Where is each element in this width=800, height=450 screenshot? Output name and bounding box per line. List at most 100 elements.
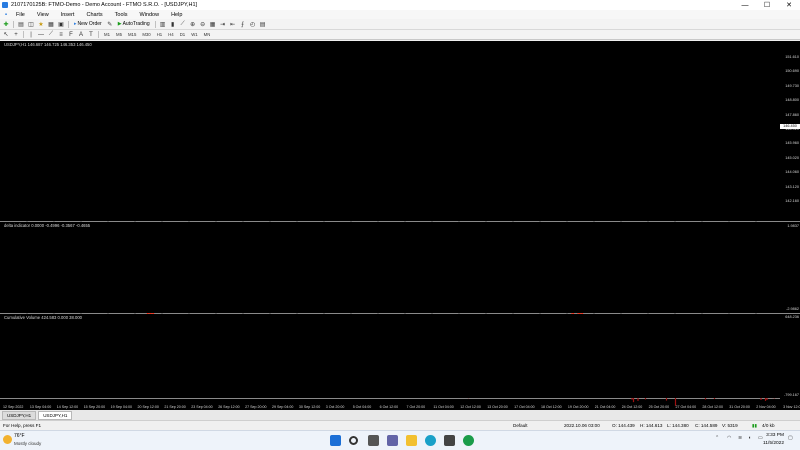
metatrader-icon[interactable] [463, 435, 474, 446]
periods-icon[interactable]: ◴ [249, 20, 257, 28]
data-window-icon[interactable]: ◫ [27, 20, 35, 28]
tray-battery-icon[interactable]: ▭ [758, 435, 763, 441]
menu-file[interactable]: File [10, 12, 31, 18]
start-icon[interactable] [330, 435, 341, 446]
drawing-toolbar: ↖ + | — ⟋ ≡ F A T M1 M5 M15 M30 H1 H4 D1… [0, 30, 800, 40]
price-axis-label: 145.020 [785, 155, 799, 160]
indicators-icon[interactable]: ⨍ [239, 20, 247, 28]
tray-volume-icon[interactable]: ◖ [748, 435, 751, 441]
delta-pane[interactable]: delta indicator 0.0000 -0.4996 -0.3567 -… [0, 222, 800, 313]
chat-icon[interactable] [387, 435, 398, 446]
store-icon[interactable] [444, 435, 455, 446]
price-axis-label: 144.060 [785, 170, 799, 175]
volume-pane[interactable]: Cumulative Volume 424.583 0.000 38.000 6… [0, 314, 800, 398]
minimize-button[interactable]: — [734, 0, 756, 10]
zoom-out-icon[interactable]: ⊖ [199, 20, 207, 28]
candlestick-icon[interactable]: ▮ [169, 20, 177, 28]
autotrading-label: AutoTrading [122, 21, 150, 27]
notification-icon[interactable]: ▢ [788, 435, 793, 441]
status-high: H: 144.613 [640, 423, 663, 428]
file-explorer-icon[interactable] [406, 435, 417, 446]
menu-help[interactable]: Help [165, 12, 188, 18]
weather-temperature[interactable]: 76°F [14, 433, 25, 439]
status-open: O: 144.439 [612, 423, 635, 428]
separator [13, 20, 14, 28]
trendline-icon[interactable]: ⟋ [47, 31, 55, 39]
volume-axis-top: 648.236 [785, 315, 799, 319]
date-axis-label: 18 Oct 12:00 [541, 405, 562, 409]
timeframe-w1[interactable]: W1 [189, 32, 199, 37]
date-axis-label: 21 Sep 20:00 [164, 405, 186, 409]
chart-tab-2[interactable]: USDJPY,H1 [38, 410, 73, 420]
zoom-in-icon[interactable]: ⊕ [189, 20, 197, 28]
tray-wifi-icon[interactable]: ≋ [738, 435, 742, 441]
line-chart-icon[interactable]: ⟋ [179, 20, 187, 28]
tray-network-icon[interactable]: ◠ [727, 435, 731, 441]
market-watch-icon[interactable]: ▤ [17, 20, 25, 28]
timeframe-m15[interactable]: M15 [126, 32, 138, 37]
timeframe-m30[interactable]: M30 [140, 32, 152, 37]
terminal-icon[interactable]: ▦ [47, 20, 55, 28]
date-axis-label: 26 Sep 12:00 [218, 405, 240, 409]
chart-shift-icon[interactable]: ⇤ [229, 20, 237, 28]
fibonacci-icon[interactable]: F [67, 31, 75, 39]
date-axis-label: 14 Sep 12:00 [56, 405, 79, 409]
price-axis-label: 142.160 [785, 199, 799, 203]
bar-chart-icon[interactable]: ▥ [159, 20, 167, 28]
menu-window[interactable]: Window [134, 12, 166, 18]
date-axis-label: 28 Oct 12:00 [702, 405, 723, 409]
status-help: For Help, press F1 [3, 423, 42, 428]
menu-app-icon[interactable]: ▪ [2, 11, 10, 19]
clock-date[interactable]: 11/5/2022 [763, 441, 784, 446]
timeframe-m1[interactable]: M1 [102, 32, 112, 37]
menu-insert[interactable]: Insert [55, 12, 81, 18]
menu-tools[interactable]: Tools [109, 12, 134, 18]
timeframe-h1[interactable]: H1 [155, 32, 165, 37]
chart-tab-1[interactable]: USDJPY,H1 [2, 410, 37, 420]
maximize-button[interactable]: ☐ [756, 0, 778, 10]
price-axis-label: 147.860 [785, 112, 799, 117]
date-axis-label: 21 Oct 04:00 [594, 405, 616, 409]
task-view-icon[interactable] [368, 435, 379, 446]
chart-window[interactable]: USDJPY,H1 146.687 146.725 146.353 146.45… [0, 41, 800, 410]
close-button[interactable]: ✕ [778, 0, 800, 10]
date-axis-label: 7 Oct 20:00 [406, 405, 426, 409]
timeframe-h4[interactable]: H4 [166, 32, 176, 37]
search-icon[interactable] [349, 436, 358, 445]
cursor-icon[interactable]: ↖ [2, 31, 10, 39]
edge-icon[interactable] [425, 435, 436, 446]
tile-windows-icon[interactable]: ▦ [209, 20, 217, 28]
weather-cloud-icon[interactable] [3, 435, 12, 444]
new-order-button[interactable]: ▸ New Order [72, 20, 104, 28]
date-axis-label: 25 Oct 20:00 [648, 405, 670, 409]
date-axis-label: 13 Sep 04:00 [29, 405, 52, 409]
autoscroll-icon[interactable]: ⇥ [219, 20, 227, 28]
timeframe-mn[interactable]: MN [202, 32, 213, 37]
timeframe-m5[interactable]: M5 [114, 32, 124, 37]
menu-view[interactable]: View [31, 12, 55, 18]
date-axis-label: 2 Nov 04:00 [756, 405, 776, 409]
price-pane[interactable]: USDJPY,H1 146.687 146.725 146.353 146.45… [0, 41, 800, 221]
crosshair-icon[interactable]: + [12, 31, 20, 39]
current-price-tag: 146.450 [780, 124, 800, 129]
weather-description[interactable]: Mostly cloudy [14, 441, 41, 446]
new-chart-icon[interactable]: ✚ [2, 20, 10, 28]
tray-chevron-icon[interactable]: ⌃ [715, 435, 719, 441]
channel-icon[interactable]: ≡ [57, 31, 65, 39]
vertical-line-icon[interactable]: | [27, 31, 35, 39]
navigator-icon[interactable]: ★ [37, 20, 45, 28]
metaeditor-icon[interactable]: ✎ [106, 20, 114, 28]
clock-time[interactable]: 3:33 PM [766, 433, 784, 438]
horizontal-line-icon[interactable]: — [37, 31, 45, 39]
autotrading-button[interactable]: ▶ AutoTrading [116, 20, 152, 28]
text-icon[interactable]: A [77, 31, 85, 39]
separator [98, 31, 99, 38]
status-profile[interactable]: Default [513, 423, 528, 428]
templates-icon[interactable]: ▤ [259, 20, 267, 28]
timeframe-d1[interactable]: D1 [178, 32, 188, 37]
date-axis-label: 12 Sep 2022 [3, 405, 24, 409]
menu-charts[interactable]: Charts [80, 12, 108, 18]
label-icon[interactable]: T [87, 31, 95, 39]
tester-icon[interactable]: ▣ [57, 20, 65, 28]
date-axis-label: 19 Sep 04:00 [110, 405, 132, 409]
